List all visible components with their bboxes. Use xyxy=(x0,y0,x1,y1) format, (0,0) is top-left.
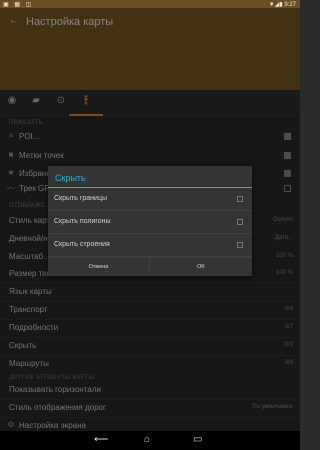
status-bar: ▣ ▦ ◫ ▼◢▮ 9:27 xyxy=(0,0,300,8)
clock: 9:27 xyxy=(284,1,296,8)
home-icon[interactable]: ⌂ xyxy=(144,434,150,445)
hide-dialog: Скрыть Скрыть границы Скрыть полигоны Ск… xyxy=(48,166,252,276)
notification-icons: ▣ ▦ ◫ xyxy=(3,2,34,8)
checkbox[interactable] xyxy=(237,242,243,248)
checkbox[interactable] xyxy=(237,219,243,225)
status-time: ▼◢▮ 9:27 xyxy=(269,1,296,8)
checkbox[interactable] xyxy=(237,196,243,202)
recents-icon[interactable]: ▭ xyxy=(193,434,202,445)
dialog-option-hide-polygons[interactable]: Скрыть полигоны xyxy=(48,211,252,234)
dialog-option-hide-buildings[interactable]: Скрыть строения xyxy=(48,234,252,257)
dialog-option-label: Скрыть полигоны xyxy=(54,218,111,225)
dialog-option-label: Скрыть строения xyxy=(54,241,110,248)
dialog-option-hide-borders[interactable]: Скрыть границы xyxy=(48,188,252,211)
dialog-option-label: Скрыть границы xyxy=(54,195,107,202)
system-nav-bar: ⟵ ⌂ ▭ xyxy=(0,431,300,450)
signal-icons: ▼◢▮ xyxy=(268,1,283,8)
dialog-title: Скрыть xyxy=(55,173,86,183)
ok-button[interactable]: OK xyxy=(150,257,252,276)
cancel-button[interactable]: Отмена xyxy=(48,257,150,276)
back-icon[interactable]: ⟵ xyxy=(94,434,108,445)
